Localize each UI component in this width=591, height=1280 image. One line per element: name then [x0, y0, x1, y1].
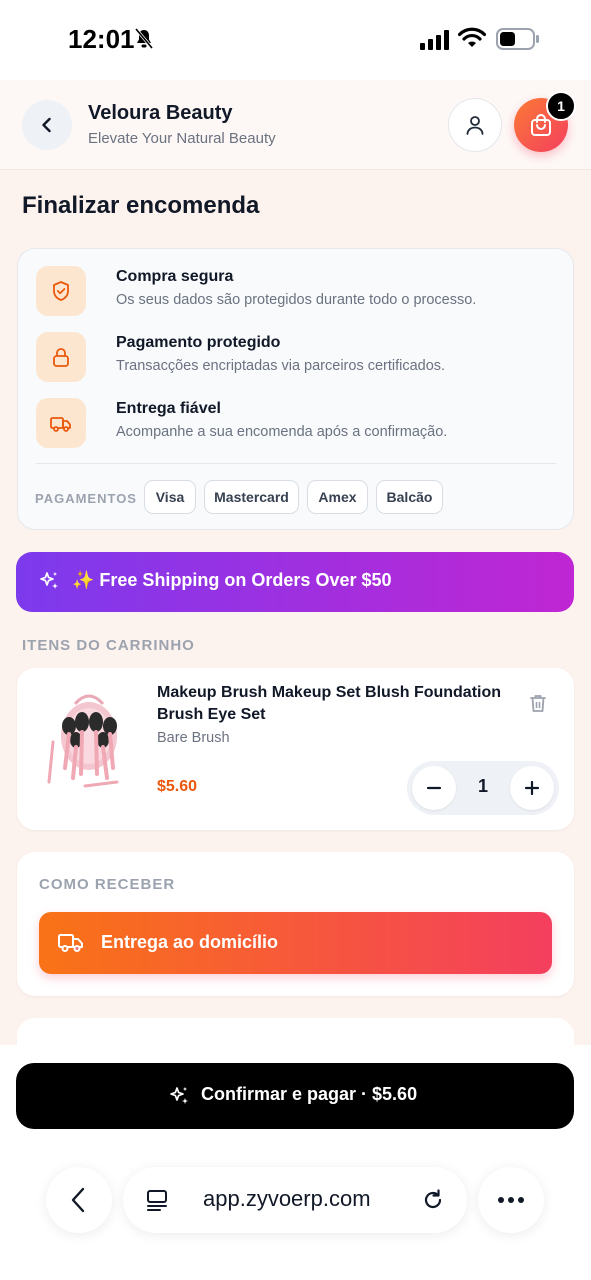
account-button[interactable]: [448, 98, 502, 152]
page-title: Finalizar encomenda: [22, 192, 260, 219]
quantity-stepper: 1: [407, 761, 559, 815]
browser-more-button[interactable]: [478, 1167, 544, 1233]
plus-icon: [524, 780, 540, 796]
chevron-left-icon: [71, 1187, 85, 1213]
cart-item: Makeup Brush Makeup Set Blush Foundation…: [17, 668, 574, 830]
trust-item-secure: Compra segura Os seus dados são protegid…: [36, 266, 556, 316]
payment-chip-mastercard: Mastercard: [204, 480, 299, 514]
promo-text: ✨ Free Shipping on Orders Over $50: [72, 570, 392, 590]
trust-desc: Acompanhe a sua encomenda após a confirm…: [116, 424, 448, 440]
increase-quantity-button[interactable]: [510, 766, 554, 810]
shield-icon: [36, 266, 86, 316]
cart-count-badge: 1: [546, 91, 576, 121]
trust-card: Compra segura Os seus dados são protegid…: [17, 248, 574, 530]
payment-chip-balcao: Balcão: [376, 480, 443, 514]
bell-muted-icon: [134, 28, 154, 55]
truck-icon: [36, 398, 86, 448]
confirm-pay-button[interactable]: Confirmar e pagar · $5.60: [16, 1063, 574, 1129]
status-bar: 12:01: [0, 0, 591, 80]
product-price: $5.60: [157, 778, 198, 795]
bottom-bar: Confirmar e pagar · $5.60 app.zyvoerp.co…: [0, 1045, 591, 1280]
trust-desc: Os seus dados são protegidos durante tod…: [116, 292, 477, 308]
sparkles-icon: [168, 1085, 190, 1112]
trust-title: Compra segura: [116, 268, 234, 285]
trust-item-payment: Pagamento protegido Transacções encripta…: [36, 332, 556, 382]
minus-icon: [426, 786, 442, 790]
url-text: app.zyvoerp.com: [203, 1186, 371, 1211]
divider: [36, 463, 556, 464]
status-time: 12:01: [68, 24, 135, 54]
delivery-section-label: COMO RECEBER: [39, 876, 176, 893]
sparkles-icon: [38, 570, 60, 597]
home-delivery-option[interactable]: Entrega ao domicílio: [39, 912, 552, 974]
browser-address-bar[interactable]: app.zyvoerp.com: [123, 1167, 467, 1233]
signal-icon: [420, 30, 450, 55]
promo-banner: ✨ Free Shipping on Orders Over $50: [16, 552, 574, 612]
product-brand: Bare Brush: [157, 730, 230, 746]
reader-icon[interactable]: [145, 1188, 169, 1217]
chevron-left-icon: [42, 117, 51, 133]
quantity-value: 1: [477, 776, 488, 796]
trash-icon[interactable]: [527, 692, 549, 719]
product-name[interactable]: Makeup Brush Makeup Set Blush Foundation…: [157, 682, 517, 726]
delivery-card: COMO RECEBER Entrega ao domicílio: [17, 852, 574, 996]
decrease-quantity-button[interactable]: [412, 766, 456, 810]
cart-section-label: ITENS DO CARRINHO: [22, 637, 195, 654]
trust-title: Pagamento protegido: [116, 334, 281, 351]
lock-icon: [36, 332, 86, 382]
trust-desc: Transacções encriptadas via parceiros ce…: [116, 358, 446, 374]
user-icon: [466, 116, 484, 135]
battery-icon: [496, 28, 540, 55]
back-button[interactable]: [22, 100, 72, 150]
delivery-option-label: Entrega ao domicílio: [101, 932, 279, 952]
wifi-icon: [457, 27, 487, 54]
trust-title: Entrega fiável: [116, 400, 221, 417]
payment-chip-visa: Visa: [144, 480, 196, 514]
more-icon: [498, 1197, 524, 1203]
product-image[interactable]: [45, 682, 135, 792]
reload-icon[interactable]: [421, 1188, 445, 1217]
payment-chip-amex: Amex: [307, 480, 368, 514]
payments-label: PAGAMENTOS: [35, 491, 137, 506]
confirm-pay-label: Confirmar e pagar · $5.60: [201, 1084, 418, 1104]
brand-name: Veloura Beauty: [88, 102, 233, 124]
brand-tagline: Elevate Your Natural Beauty: [88, 130, 276, 147]
truck-icon: [57, 930, 85, 959]
app-header: Veloura Beauty Elevate Your Natural Beau…: [0, 80, 591, 170]
trust-item-delivery: Entrega fiável Acompanhe a sua encomenda…: [36, 398, 556, 448]
browser-back-button[interactable]: [46, 1167, 112, 1233]
